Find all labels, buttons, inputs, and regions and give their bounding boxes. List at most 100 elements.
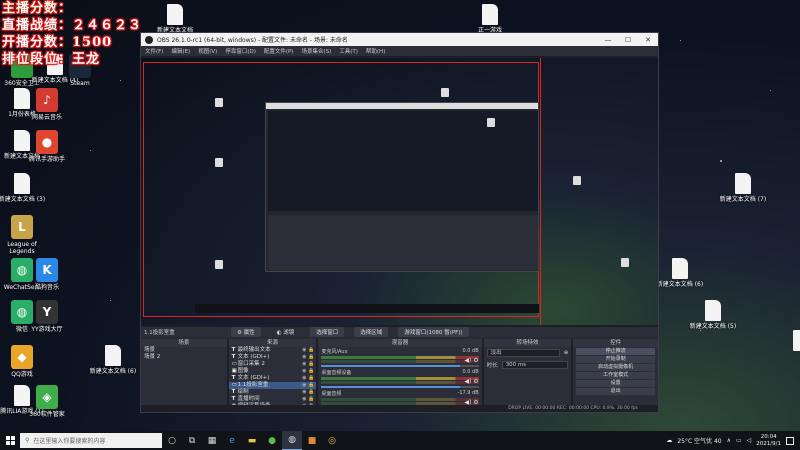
source-item[interactable]: ▭1.1投影室重 ◉ 🔒 xyxy=(228,382,317,389)
source-name: 图像 xyxy=(237,368,249,374)
taskbar-clock[interactable]: 20:04 2021/9/1 xyxy=(756,434,781,448)
mini-file-icon xyxy=(487,118,495,127)
speaker-gear-icons[interactable]: ◀) ⚙ xyxy=(464,357,478,364)
desktop-icon-label: 360软件管家 xyxy=(29,411,65,418)
visibility-lock-icons[interactable]: ◉ 🔒 xyxy=(302,354,316,361)
start-button[interactable] xyxy=(0,431,20,450)
visibility-lock-icons[interactable]: ◉ 🔒 xyxy=(302,382,316,389)
source-item[interactable]: T 文本 (GDI+) ◉ 🔒 xyxy=(229,375,317,382)
preview-canvas[interactable] xyxy=(141,58,658,325)
controls-panel: 控件 停止推流 开始录制 启动虚拟摄像机 工作室模式 设置 退出 xyxy=(573,339,658,412)
mixer-channels: 麦克风/Aux 0.0 dB ◀) ⚙ 桌面音频设备 0.0 dB ◀) ⚙ 桌面音频 -17… xyxy=(318,347,481,410)
maximize-button[interactable]: ☐ xyxy=(618,36,638,44)
control-button[interactable]: 开始录制 xyxy=(576,356,655,363)
capture-window-button[interactable]: 选择窗口 xyxy=(310,327,345,337)
transition-type-select[interactable]: 淡出 xyxy=(486,349,560,357)
transitions-panel: 转场特效 淡出 ⊕ 时长 300 ms xyxy=(483,339,572,412)
control-button[interactable]: 工作室模式 xyxy=(576,372,655,379)
menu-file[interactable]: 文件(F) xyxy=(145,47,163,55)
obs-titlebar[interactable]: OBS 26.1.0-rc1 (64-bit, windows) - 配置文件:… xyxy=(141,33,658,46)
capture-region-button[interactable]: 选择区域 xyxy=(354,327,389,337)
desktop-icon[interactable]: ◆ QQ游戏 xyxy=(0,345,47,378)
menu-profile[interactable]: 配置文件(P) xyxy=(264,47,294,55)
game-window-select[interactable]: 游戏窗口(1080 暂(PF)) xyxy=(398,327,469,337)
browser-icon[interactable]: ● xyxy=(262,431,282,450)
control-button[interactable]: 停止推流 xyxy=(576,348,655,355)
menu-edit[interactable]: 编辑(E) xyxy=(171,47,190,55)
desktop-icon-label: 新建文本文档 (6) xyxy=(656,281,704,288)
transitions-panel-title: 转场特效 xyxy=(483,339,572,347)
obs-window[interactable]: OBS 26.1.0-rc1 (64-bit, windows) - 配置文件:… xyxy=(140,32,659,413)
obs-preview[interactable] xyxy=(141,56,658,327)
visibility-lock-icons[interactable]: ◉ 🔒 xyxy=(302,368,316,375)
volume-icon[interactable]: ◁ xyxy=(747,437,752,444)
control-button[interactable]: 启动虚拟摄像机 xyxy=(576,364,655,371)
visibility-lock-icons[interactable]: ◉ 🔒 xyxy=(302,361,316,368)
edge-browser-icon[interactable]: e xyxy=(222,431,242,450)
clock-time: 20:04 xyxy=(760,433,777,440)
app-icon: Y xyxy=(36,300,58,324)
menu-docks[interactable]: 停靠窗口(D) xyxy=(225,47,256,55)
desktop-icon[interactable]: 新建文本文档 (6) xyxy=(655,258,705,288)
filters-button[interactable]: ◐ 滤镜 xyxy=(271,327,301,337)
mixer-channel-db: -17.9 dB xyxy=(457,390,479,396)
desktop-icon[interactable]: 正一游戏 xyxy=(465,4,515,34)
mini-file-icon xyxy=(621,258,629,267)
source-item[interactable]: T 最终输出文本 ◉ 🔒 xyxy=(229,347,317,354)
source-item[interactable]: ▭窗口采集 2 ◉ 🔒 xyxy=(229,361,317,368)
minimize-button[interactable]: — xyxy=(598,36,618,44)
duration-input[interactable]: 300 ms xyxy=(501,361,569,369)
tray-chevron-icon[interactable]: ∧ xyxy=(727,437,731,444)
source-item[interactable]: T 文本 (GDI+) ◉ 🔒 xyxy=(229,354,317,361)
menu-tools[interactable]: 工具(T) xyxy=(339,47,358,55)
desktop-icon[interactable]: Y YY游戏大厅 xyxy=(22,300,72,333)
desktop-icon[interactable]: L League of Legends xyxy=(0,215,47,255)
source-item[interactable]: ▣图像 ◉ 🔒 xyxy=(229,368,317,375)
source-item[interactable]: T 绘制 ◉ 🔒 xyxy=(229,389,317,396)
desktop-icon[interactable]: 新建文本文档 (7) xyxy=(718,173,768,203)
desktop-icon[interactable]: 新建文本文档 (6) xyxy=(88,345,138,375)
add-transition-icon[interactable]: ⊕ xyxy=(564,350,569,356)
task-view-icon[interactable]: ⧉ xyxy=(182,431,202,450)
desktop-icon[interactable]: 新建文本文档 (5) xyxy=(688,300,738,330)
desktop-icon[interactable] xyxy=(776,330,800,353)
network-icon[interactable]: ▭ xyxy=(736,437,742,444)
visibility-lock-icons[interactable]: ◉ 🔒 xyxy=(302,375,316,382)
source-edge-line xyxy=(540,58,541,325)
desktop-icon[interactable]: K 酷狗音乐 xyxy=(22,258,72,291)
app-icon: ● xyxy=(36,130,58,154)
visibility-lock-icons[interactable]: ◉ 🔒 xyxy=(302,347,316,354)
desktop-icon[interactable]: 新建文本文档 xyxy=(150,4,200,34)
weather-icon[interactable]: ☁ xyxy=(666,437,672,444)
control-button[interactable]: 退出 xyxy=(576,388,655,395)
mixer-channel: 桌面音频设备 0.0 dB ◀) ⚙ xyxy=(318,368,481,389)
menu-scene-collection[interactable]: 场景集合(S) xyxy=(301,47,331,55)
desktop-icon[interactable]: 新建文本文档 (3) xyxy=(0,173,47,203)
obs-taskbar-icon[interactable]: ◍ xyxy=(282,431,302,450)
desktop-icon[interactable]: ◈ 360软件管家 xyxy=(22,385,72,418)
scene-item[interactable]: 场景 2 xyxy=(141,354,227,361)
visibility-lock-icons[interactable]: ◉ 🔒 xyxy=(302,396,316,403)
chrome-icon[interactable]: ◎ xyxy=(322,431,342,450)
menu-help[interactable]: 帮助(H) xyxy=(366,47,385,55)
app-grid-icon[interactable]: ▦ xyxy=(202,431,222,450)
volume-slider[interactable] xyxy=(321,386,479,388)
taskbar-search-box[interactable]: ⚲ 在这里输入你要搜索的内容 xyxy=(20,433,162,448)
volume-slider[interactable] xyxy=(321,365,479,367)
visibility-lock-icons[interactable]: ◉ 🔒 xyxy=(302,389,316,396)
app-icon[interactable]: ■ xyxy=(302,431,322,450)
file-explorer-icon[interactable]: ▬ xyxy=(242,431,262,450)
properties-button[interactable]: ⚙ 属性 xyxy=(231,327,261,337)
desktop-icon[interactable]: ♪ 网易云音乐 xyxy=(22,88,72,121)
speaker-gear-icons[interactable]: ◀) ⚙ xyxy=(464,378,478,385)
control-button[interactable]: 设置 xyxy=(576,380,655,387)
scenes-panel-title: 场景 xyxy=(141,339,227,347)
close-button[interactable]: ✕ xyxy=(638,36,658,44)
desktop-icon[interactable]: ● 腾讯手游助手 xyxy=(22,130,72,163)
cortana-icon[interactable]: ○ xyxy=(162,431,182,450)
menu-view[interactable]: 视图(V) xyxy=(198,47,217,55)
scene-item[interactable]: 场景 xyxy=(141,347,227,354)
weather-text[interactable]: 25°C 空气优 40 xyxy=(677,436,721,445)
notification-icon[interactable] xyxy=(786,436,794,445)
source-item[interactable]: T 直播时间 ◉ 🔒 xyxy=(229,396,317,403)
